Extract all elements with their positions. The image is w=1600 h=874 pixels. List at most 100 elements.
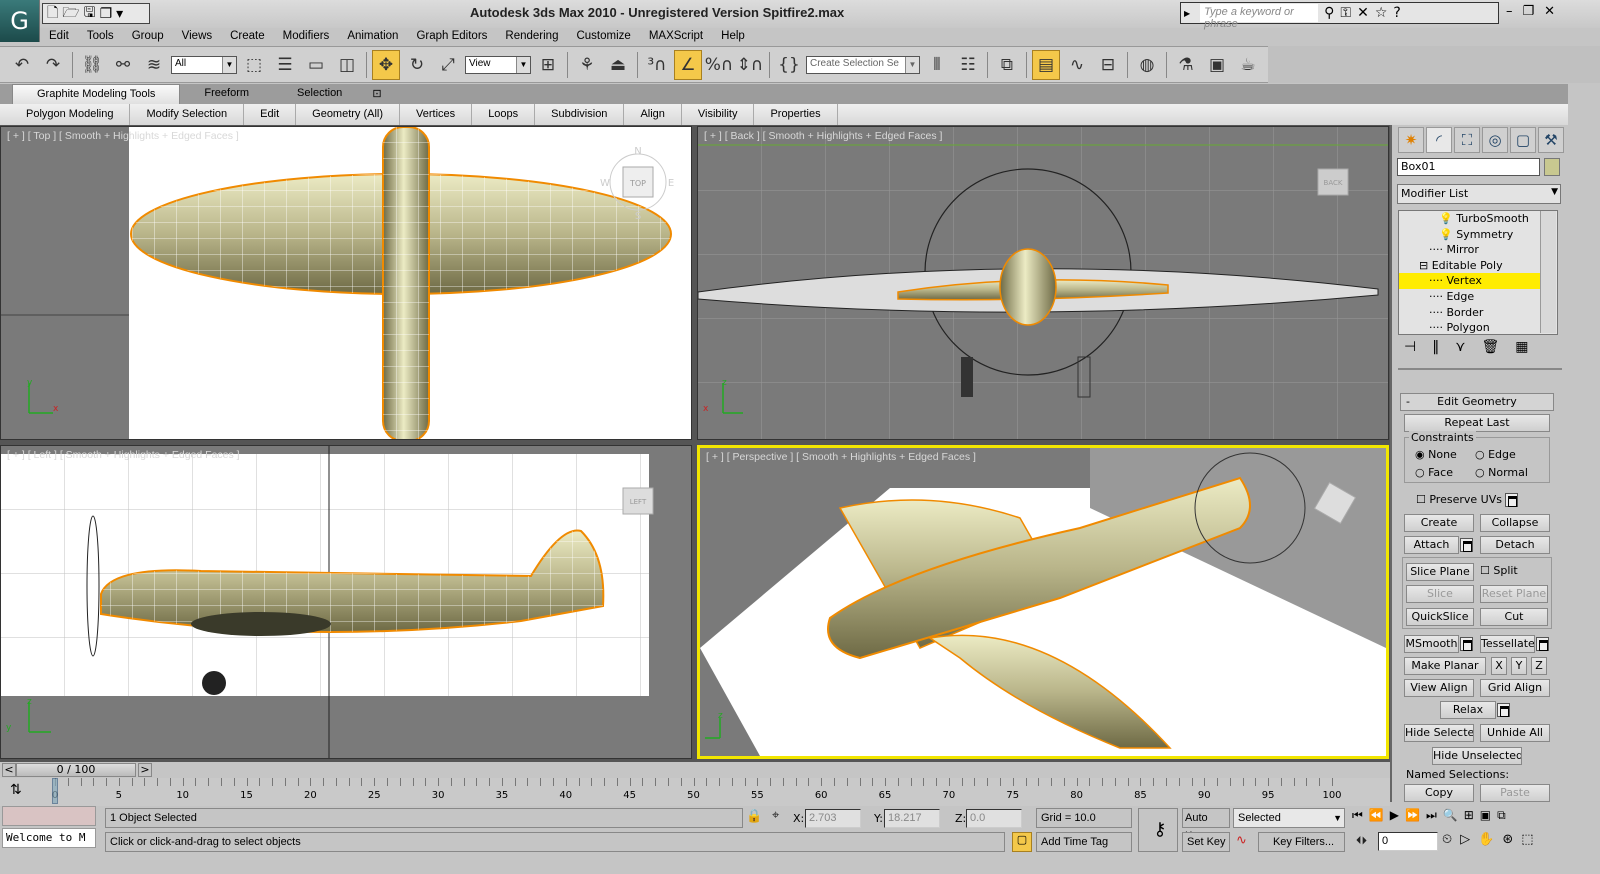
ribbon-panel-subdivision[interactable]: Subdivision — [535, 104, 625, 125]
slice-button[interactable]: Slice — [1406, 585, 1474, 603]
maxscript-mini-listener[interactable] — [2, 806, 96, 826]
help-icon[interactable]: ? — [1393, 5, 1400, 21]
search-input[interactable]: Type a keyword or phrase — [1200, 4, 1319, 30]
add-time-tag-button[interactable]: Add Time Tag — [1036, 832, 1132, 852]
time-slider-thumb[interactable]: 0 / 100 — [16, 763, 136, 777]
redo-button[interactable]: ↷ — [39, 50, 67, 80]
object-name-field[interactable]: Box01 — [1397, 158, 1540, 176]
msmooth-settings-button[interactable] — [1460, 637, 1473, 651]
key-filters-button[interactable]: Key Filters... — [1258, 832, 1345, 852]
modifier-stack-item[interactable]: ⊟ Editable Poly — [1399, 258, 1541, 274]
expand-arrow-icon[interactable]: ▶ — [1184, 9, 1190, 18]
select-and-move-button[interactable]: ✥ — [372, 49, 400, 80]
menu-customize[interactable]: Customize — [567, 28, 639, 45]
motion-tab[interactable]: ◎ — [1482, 127, 1508, 153]
star-icon[interactable]: ☆ — [1375, 5, 1388, 21]
angle-snap-button[interactable]: ∠ — [674, 49, 702, 80]
key-icon[interactable]: ⚿ — [1340, 5, 1351, 21]
material-editor-button[interactable]: ◍ — [1133, 50, 1161, 80]
display-tab[interactable]: ▢ — [1510, 127, 1536, 153]
close-button[interactable]: ✕ — [1544, 4, 1555, 19]
menu-group[interactable]: Group — [123, 28, 173, 45]
time-configuration-icon[interactable]: ⏲ — [1442, 832, 1452, 847]
ribbon-panel-align[interactable]: Align — [624, 104, 682, 125]
constraint-face-radio[interactable]: ○ Face — [1415, 466, 1453, 479]
detach-button[interactable]: Detach — [1480, 536, 1550, 554]
edit-named-selection-button[interactable]: {} — [775, 50, 803, 80]
new-file-icon[interactable]: 🗋 — [47, 2, 58, 26]
attach-settings-button[interactable] — [1460, 538, 1473, 552]
make-planar-button[interactable]: Make Planar — [1404, 657, 1486, 675]
go-to-start-icon[interactable]: ⏮ — [1352, 808, 1363, 823]
collapse-button[interactable]: Collapse — [1480, 514, 1550, 532]
play-icon[interactable]: ▶ — [1390, 808, 1399, 823]
current-frame-field[interactable]: 0 — [1378, 832, 1438, 851]
menu-help[interactable]: Help — [712, 28, 754, 45]
bind-space-warp-button[interactable]: ≋ — [140, 50, 168, 80]
field-of-view-icon[interactable]: ▷ — [1460, 832, 1470, 847]
menu-animation[interactable]: Animation — [338, 28, 407, 45]
time-slider[interactable]: < 0 / 100 > — [0, 762, 1390, 778]
layer-manager-button[interactable]: ⧉ — [993, 50, 1021, 80]
zoom-extents-all-icon[interactable]: ⧉ — [1497, 808, 1506, 823]
binoculars-icon[interactable]: ⚲ — [1324, 5, 1334, 21]
pin-stack-icon[interactable]: ⊣ — [1404, 339, 1416, 355]
link-button[interactable]: ⛓ — [78, 50, 106, 80]
tessellate-button[interactable]: Tessellate — [1480, 635, 1535, 653]
constraint-edge-radio[interactable]: ○ Edge — [1475, 448, 1516, 461]
default-in-out-tangents-icon[interactable]: ∿ — [1236, 833, 1247, 848]
select-object-button[interactable]: ⬚ — [240, 50, 268, 80]
ribbon-panel-geometry-all-[interactable]: Geometry (All) — [296, 104, 401, 125]
planar-x-button[interactable]: X — [1491, 657, 1507, 675]
view-align-button[interactable]: View Align — [1404, 679, 1474, 697]
viewport-left[interactable]: [ + ] [ Left ] [ Smooth + Highlights + E… — [0, 445, 692, 759]
pan-view-icon[interactable]: ✋ — [1478, 832, 1494, 847]
reference-coordinate-dropdown[interactable]: View ▼ — [465, 55, 531, 74]
tessellate-settings-button[interactable] — [1536, 637, 1549, 651]
preserve-uvs-checkbox[interactable]: ☐ Preserve UVs — [1416, 493, 1502, 506]
modifier-stack-item[interactable]: ···· Border — [1399, 305, 1541, 321]
render-setup-button[interactable]: ⚗ — [1172, 50, 1200, 80]
selection-lock-icon[interactable]: 🔒 — [746, 809, 762, 824]
percent-snap-button[interactable]: %∩ — [705, 50, 734, 80]
next-frame-icon[interactable]: ⏩ — [1405, 808, 1420, 823]
save-icon[interactable]: 🖫 — [84, 2, 96, 26]
snaps-toggle-button[interactable]: ³∩ — [643, 50, 671, 80]
repeat-last-button[interactable]: Repeat Last — [1404, 414, 1550, 432]
modifier-stack-item[interactable]: ···· Edge — [1399, 289, 1541, 305]
rectangular-selection-button[interactable]: ▭ — [302, 50, 330, 80]
auto-key-button[interactable]: Auto Key — [1182, 808, 1230, 842]
window-crossing-button[interactable]: ◫ — [333, 50, 361, 80]
set-key-button[interactable]: Set Key — [1182, 832, 1230, 852]
rendered-frame-window-button[interactable]: ▣ — [1203, 50, 1231, 80]
orbit-icon[interactable]: ⊛ — [1502, 832, 1513, 847]
menu-modifiers[interactable]: Modifiers — [274, 28, 339, 45]
previous-frame-icon[interactable]: ⏪ — [1369, 808, 1384, 823]
quickslice-button[interactable]: QuickSlice — [1406, 608, 1474, 626]
application-menu-button[interactable]: G — [0, 0, 40, 42]
modifier-stack-scrollbar[interactable] — [1540, 211, 1556, 333]
menu-edit[interactable]: Edit — [40, 28, 78, 45]
selection-filter-dropdown[interactable]: All ▼ — [171, 55, 237, 74]
graphite-toggle-button[interactable]: ▤ — [1032, 49, 1060, 80]
hide-selected-button[interactable]: Hide Selected — [1404, 724, 1474, 742]
viewport-perspective[interactable]: [ + ] [ Perspective ] [ Smooth + Highlig… — [697, 445, 1389, 759]
menu-maxscript[interactable]: MAXScript — [640, 28, 712, 45]
show-end-result-icon[interactable]: ‖ — [1432, 339, 1439, 355]
object-color-swatch[interactable] — [1544, 158, 1560, 176]
select-by-name-button[interactable]: ☰ — [271, 50, 299, 80]
go-to-end-icon[interactable]: ⏭ — [1426, 808, 1437, 823]
constraint-normal-radio[interactable]: ○ Normal — [1475, 466, 1528, 479]
previous-frame-button[interactable]: < — [2, 763, 16, 777]
dropdown-arrow-icon[interactable]: ▾ — [116, 6, 123, 22]
planar-z-button[interactable]: Z — [1531, 657, 1547, 675]
menu-views[interactable]: Views — [173, 28, 221, 45]
y-coord-field[interactable]: 18.217 — [884, 809, 940, 828]
maximize-viewport-icon[interactable]: ⬚ — [1521, 832, 1533, 847]
cut-button[interactable]: Cut — [1480, 608, 1548, 626]
menu-create[interactable]: Create — [221, 28, 274, 45]
ribbon-panel-properties[interactable]: Properties — [754, 104, 838, 125]
edit-geometry-rollout-header[interactable]: - Edit Geometry — [1400, 393, 1554, 411]
named-selection-dropdown[interactable]: Create Selection Se ▼ — [806, 55, 920, 74]
create-tab[interactable]: ✷ — [1398, 127, 1424, 153]
